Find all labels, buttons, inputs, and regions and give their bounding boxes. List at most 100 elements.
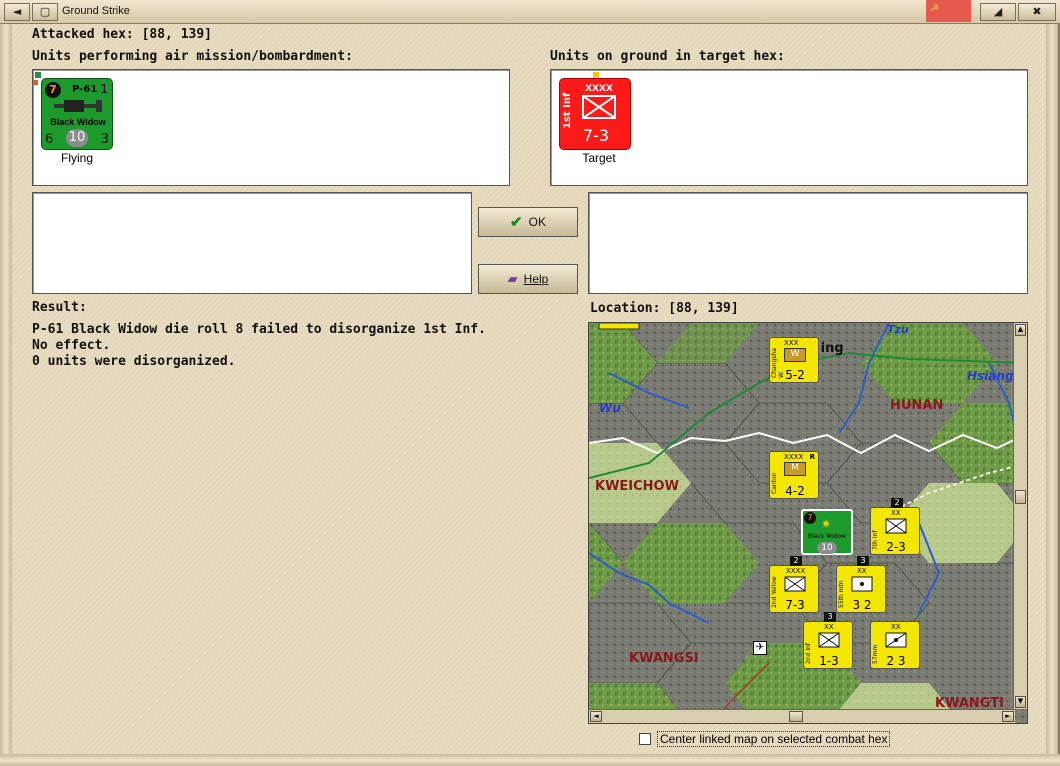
map-unit[interactable]: Canton XXXX R M 4-2	[769, 451, 819, 499]
map-unit-badge: 7	[804, 512, 816, 524]
explosion-icon: ✷	[821, 517, 832, 531]
unit-flag-icon	[35, 72, 41, 78]
infantry-symbol-icon	[818, 632, 840, 648]
left-rail	[0, 24, 12, 754]
unit-right-value: 3	[100, 132, 109, 147]
result-line: No effect.	[32, 338, 111, 353]
vertical-scroll-thumb[interactable]	[1015, 490, 1026, 504]
help-book-icon: ▰	[507, 271, 518, 286]
minimize-button[interactable]: ◢	[980, 3, 1016, 21]
unit-strength: 7-3	[582, 126, 610, 145]
unit-center-value: 10	[66, 129, 88, 147]
unit-status-icon	[33, 80, 38, 85]
ok-label: OK	[528, 215, 546, 229]
horizontal-scroll-thumb[interactable]	[789, 711, 803, 722]
aircraft-silhouette-icon	[54, 100, 102, 112]
map-unit-strength: 2 3	[886, 654, 906, 668]
map-unit-size: XX	[891, 509, 901, 517]
map-unit-size: XX	[891, 623, 901, 631]
right-rail	[1046, 24, 1058, 754]
stack-count: 3	[857, 556, 869, 566]
center-map-label: Center linked map on selected combat hex	[657, 731, 891, 747]
map-unit-type: W	[784, 348, 806, 362]
infantry-symbol-icon	[582, 95, 616, 119]
ok-button[interactable]: ✔ OK	[478, 207, 578, 237]
map-unit[interactable]: 3 55th mtn XX 3 2	[836, 556, 886, 613]
map-horizontal-scrollbar[interactable]: ◄ ►	[589, 709, 1015, 723]
window-title: Ground Strike	[62, 5, 130, 17]
airfield-icon: ✈	[753, 641, 767, 655]
air-units-panel: 7 P-61 1 Black Widow 6 10 3 Flying	[32, 69, 510, 186]
close-button[interactable]: ✖	[1018, 3, 1056, 21]
mountain-unit-icon	[851, 576, 873, 592]
air-unit-status: Flying	[60, 151, 93, 165]
air-units-label: Units performing air mission/bombardment…	[32, 49, 353, 64]
map-unit-tag: R	[809, 453, 815, 461]
map-unit-strength: 5-2	[785, 368, 805, 382]
map-unit-strength: 1-3	[819, 654, 839, 668]
unit-top-right-value: 1	[100, 82, 108, 96]
map-unit-type: M	[784, 462, 806, 476]
restore-button[interactable]: ▢	[32, 3, 58, 21]
ground-unit-counter[interactable]: 1st Inf XXXX 7-3	[559, 78, 631, 150]
stack-count: 2	[790, 556, 802, 566]
center-map-option[interactable]: Center linked map on selected combat hex	[639, 731, 891, 747]
map-unit[interactable]: 3 2nd inf XX 1-3	[803, 612, 853, 669]
aircraft-type: P-61	[72, 84, 98, 95]
map-unit[interactable]: 2 2nd Yellow XXXX 7-3	[769, 556, 819, 613]
attacked-hex-label: Attacked hex: [88, 139]	[32, 27, 213, 42]
region-label: KWEICHOW	[595, 479, 679, 494]
map-unit-size: XX	[824, 623, 834, 631]
nation-flag-icon: ☭	[926, 0, 971, 22]
map-unit-size: XXXX	[786, 567, 806, 575]
system-menu-button[interactable]: ◄	[4, 3, 30, 21]
unit-left-value: 6	[45, 132, 54, 147]
location-label: Location: [88, 139]	[590, 301, 739, 316]
region-label: HUNAN	[890, 398, 944, 413]
bottom-rail	[0, 754, 1060, 766]
hex-map[interactable]: HUNAN KWEICHOW KWANGSI KWANGTI Wu Hsiang…	[588, 322, 1028, 724]
scroll-left-arrow-icon[interactable]: ◄	[590, 711, 602, 722]
map-unit-strength: 2-3	[886, 540, 906, 554]
scroll-down-arrow-icon[interactable]: ▼	[1015, 696, 1026, 708]
unit-side-name: 1st Inf	[562, 92, 573, 129]
center-map-checkbox[interactable]	[639, 733, 651, 745]
map-unit-selected[interactable]: 7 ✷ Black Widow 10	[801, 509, 853, 555]
map-unit[interactable]: Changsha W. XXX W 5-2	[769, 337, 819, 383]
air-unit-counter[interactable]: 7 P-61 1 Black Widow 6 10 3	[41, 78, 113, 150]
ground-units-panel: 1st Inf XXXX 7-3 Target	[550, 69, 1028, 186]
map-unit[interactable]: 57mm XX 2 3	[870, 621, 920, 669]
scroll-up-arrow-icon[interactable]: ▲	[1015, 324, 1026, 336]
result-label: Result:	[32, 300, 87, 315]
river-label: Hsiang	[967, 369, 1014, 383]
infantry-symbol-icon	[784, 576, 806, 592]
map-unit-strength: 4-2	[785, 484, 805, 498]
scroll-right-arrow-icon[interactable]: ►	[1002, 711, 1014, 722]
air-detail-panel	[32, 192, 472, 294]
map-unit-side: Black Widow	[808, 533, 846, 540]
stack-count: 2	[891, 498, 903, 508]
map-unit-strength: 3 2	[852, 598, 872, 612]
ground-detail-panel	[588, 192, 1028, 294]
map-unit[interactable]: 2 7th Inf XX 2-3	[870, 498, 920, 555]
result-line: 0 units were disorganized.	[32, 354, 236, 369]
title-bar: ◄ ▢ Ground Strike ☭ ◢ ✖	[0, 0, 1060, 24]
map-unit-size: XXXX	[784, 453, 804, 461]
map-unit-strength: 10	[817, 542, 837, 554]
river-label: Wu	[599, 401, 621, 415]
checkmark-icon: ✔	[510, 214, 523, 231]
map-unit-strength: 7-3	[785, 598, 805, 612]
river-label: Tzu	[887, 323, 909, 336]
map-unit-size: XXX	[784, 339, 799, 347]
ground-units-label: Units on ground in target hex:	[550, 49, 785, 64]
ground-unit-status: Target	[582, 151, 616, 165]
help-label: Help	[523, 272, 549, 286]
infantry-symbol-icon	[885, 518, 907, 534]
help-button[interactable]: ▰ Help	[478, 264, 578, 294]
unit-badge: 7	[45, 82, 61, 98]
map-unit-size: XX	[857, 567, 867, 575]
artillery-symbol-icon	[885, 632, 907, 648]
map-vertical-scrollbar[interactable]: ▲ ▼	[1013, 323, 1027, 709]
unit-name: Black Widow	[50, 117, 106, 127]
stack-count: 3	[824, 612, 836, 622]
